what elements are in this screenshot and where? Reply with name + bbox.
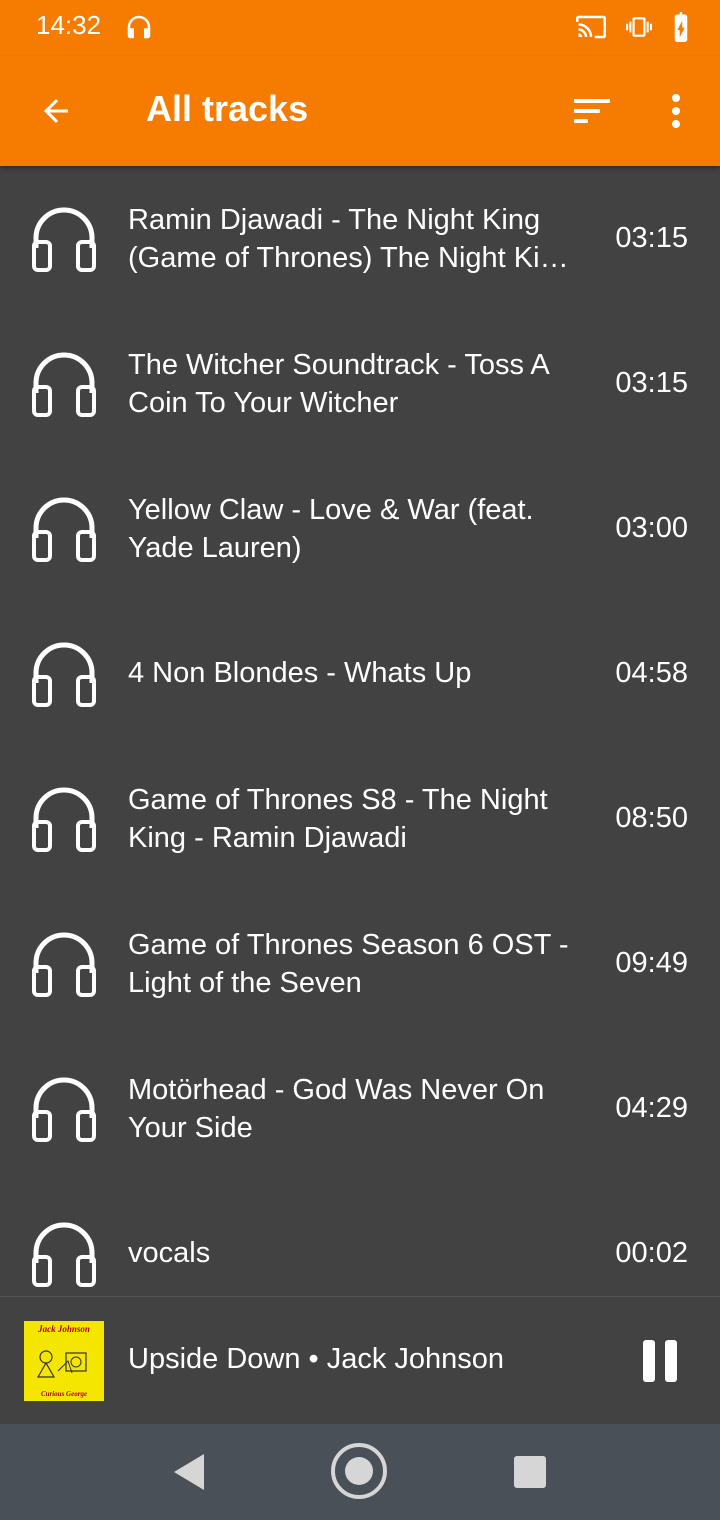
headphones-icon (32, 642, 96, 707)
headphones-icon (32, 932, 96, 997)
pause-icon (643, 1340, 655, 1382)
nav-home-icon[interactable] (330, 1442, 388, 1500)
track-duration: 09:49 (615, 947, 688, 979)
track-row[interactable]: The Witcher Soundtrack - Toss A Coin To … (0, 311, 720, 456)
page-title: All tracks (146, 88, 309, 129)
track-title: Game of Thrones S8 - The Night King - Ra… (128, 784, 548, 854)
album-art-subtitle: Curious George (41, 1390, 87, 1398)
track-duration: 03:15 (615, 367, 688, 399)
album-art: Jack Johnson Curious George (24, 1321, 104, 1401)
status-time: 14:32 (36, 10, 102, 40)
mini-player[interactable]: Jack Johnson Curious George Upside Down … (0, 1296, 720, 1424)
pause-icon (665, 1340, 677, 1382)
headphones-icon (32, 207, 96, 272)
album-art-title: Jack Johnson (37, 1324, 90, 1334)
track-duration: 04:58 (615, 657, 688, 689)
system-nav-bar (0, 1424, 720, 1520)
status-icons (576, 10, 690, 44)
track-duration: 03:15 (615, 222, 688, 254)
app-bar: All tracks (0, 56, 720, 166)
back-button[interactable] (28, 86, 84, 136)
track-title: 4 Non Blondes - Whats Up (128, 657, 472, 689)
nav-recents-icon[interactable] (514, 1456, 546, 1488)
track-title: vocals (128, 1237, 211, 1269)
track-title: Game of Thrones Season 6 OST - Light of … (128, 929, 569, 999)
track-title: Ramin Djawadi - The Night King (Game of … (128, 204, 572, 274)
track-row[interactable]: Game of Thrones S8 - The Night King - Ra… (0, 746, 720, 891)
cast-icon (576, 15, 606, 39)
more-options-button[interactable] (652, 86, 700, 136)
track-row[interactable]: Ramin Djawadi - The Night King (Game of … (0, 166, 720, 311)
album-cover-image: Jack Johnson Curious George (24, 1321, 104, 1401)
sort-icon (574, 99, 610, 123)
track-row[interactable]: vocals 00:02 (0, 1181, 720, 1296)
track-row[interactable]: Motörhead - God Was Never On Your Side 0… (0, 1036, 720, 1181)
track-row[interactable]: 4 Non Blondes - Whats Up 04:58 (0, 601, 720, 746)
headphones-icon (32, 497, 96, 562)
headphone-status-icon (127, 15, 151, 39)
pause-button[interactable] (630, 1331, 690, 1391)
nav-back-icon[interactable] (168, 1450, 208, 1494)
vibrate-icon (626, 17, 652, 37)
track-row[interactable]: Yellow Claw - Love & War (feat. Yade Lau… (0, 456, 720, 601)
sort-button[interactable] (566, 86, 618, 136)
track-row[interactable]: Game of Thrones Season 6 OST - Light of … (0, 891, 720, 1036)
battery-charging-icon (674, 12, 688, 42)
track-title: Motörhead - God Was Never On Your Side (128, 1074, 545, 1144)
status-bar: 14:32 (0, 0, 720, 56)
more-vert-icon (672, 94, 680, 128)
track-title: The Witcher Soundtrack - Toss A Coin To … (128, 349, 549, 419)
track-list: Ramin Djawadi - The Night King (Game of … (0, 166, 720, 1296)
headphones-icon (32, 1077, 96, 1142)
now-playing-text: Upside Down • Jack Johnson (128, 1343, 505, 1375)
headphones-icon (32, 352, 96, 417)
track-duration: 00:02 (615, 1237, 688, 1269)
headphones-icon (32, 787, 96, 852)
arrow-back-icon (44, 99, 68, 123)
track-duration: 08:50 (615, 802, 688, 834)
track-duration: 04:29 (615, 1092, 688, 1124)
track-duration: 03:00 (615, 512, 688, 544)
track-title: Yellow Claw - Love & War (feat. Yade Lau… (128, 494, 534, 564)
headphones-icon (32, 1222, 96, 1287)
